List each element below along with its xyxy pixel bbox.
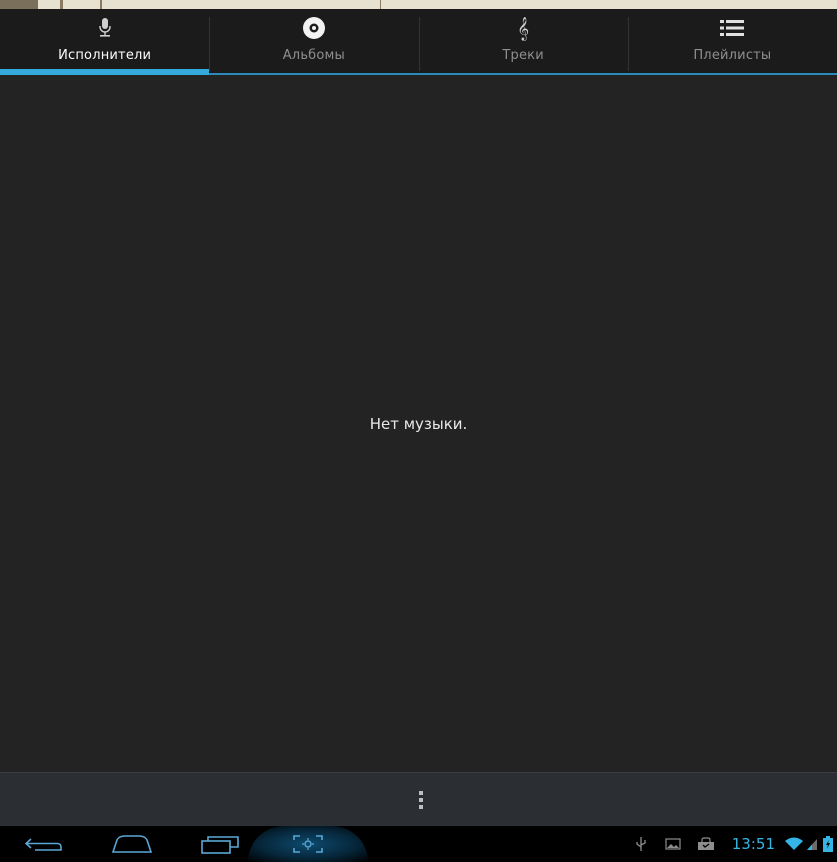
wallpaper-decoration bbox=[0, 0, 38, 9]
back-button[interactable] bbox=[22, 830, 64, 858]
battery-icon bbox=[819, 826, 837, 862]
screenshot-button[interactable] bbox=[288, 830, 328, 858]
overflow-menu-icon bbox=[419, 791, 423, 795]
tab-label: Плейлисты bbox=[693, 48, 772, 63]
screenshot-icon bbox=[293, 835, 323, 853]
home-button[interactable] bbox=[110, 830, 154, 858]
status-area: 13:51 bbox=[626, 826, 837, 862]
treble-clef-icon: 𝄞 bbox=[517, 16, 530, 40]
tab-label: Треки bbox=[502, 48, 544, 63]
tab-tracks[interactable]: 𝄞 Треки bbox=[418, 9, 628, 73]
wallpaper-decoration bbox=[380, 0, 381, 9]
back-icon bbox=[24, 838, 62, 851]
overflow-menu-icon bbox=[419, 798, 423, 802]
system-navigation-bar: 13:51 bbox=[0, 826, 837, 862]
tab-albums[interactable]: Альбомы bbox=[209, 9, 418, 73]
playlist-icon bbox=[719, 15, 745, 41]
wallpaper-decoration bbox=[60, 0, 63, 9]
tab-label: Исполнители bbox=[58, 48, 152, 63]
recent-apps-button[interactable] bbox=[200, 830, 242, 858]
wallpaper-decoration bbox=[100, 0, 102, 9]
tab-bar: Исполнители Альбомы 𝄞 Треки Плейлисты bbox=[0, 9, 837, 75]
shopping-bag-icon bbox=[690, 826, 722, 862]
recent-apps-icon bbox=[201, 836, 239, 854]
tab-playlists[interactable]: Плейлисты bbox=[627, 9, 837, 73]
image-notification-icon bbox=[656, 826, 690, 862]
library-content: Нет музыки. bbox=[0, 75, 837, 772]
signal-icon bbox=[805, 826, 819, 862]
tab-label: Альбомы bbox=[282, 48, 346, 63]
home-icon bbox=[111, 835, 153, 853]
wifi-icon bbox=[783, 826, 805, 862]
album-disc-icon bbox=[301, 15, 327, 41]
status-clock: 13:51 bbox=[731, 835, 775, 853]
wallpaper-strip bbox=[0, 0, 837, 9]
empty-library-message: Нет музыки. bbox=[369, 415, 468, 433]
overflow-menu-button[interactable] bbox=[412, 785, 430, 815]
bottom-action-bar bbox=[0, 772, 837, 826]
usb-icon bbox=[626, 826, 656, 862]
tab-artists[interactable]: Исполнители bbox=[0, 9, 210, 75]
microphone-icon bbox=[97, 15, 113, 41]
overflow-menu-icon bbox=[419, 805, 423, 809]
